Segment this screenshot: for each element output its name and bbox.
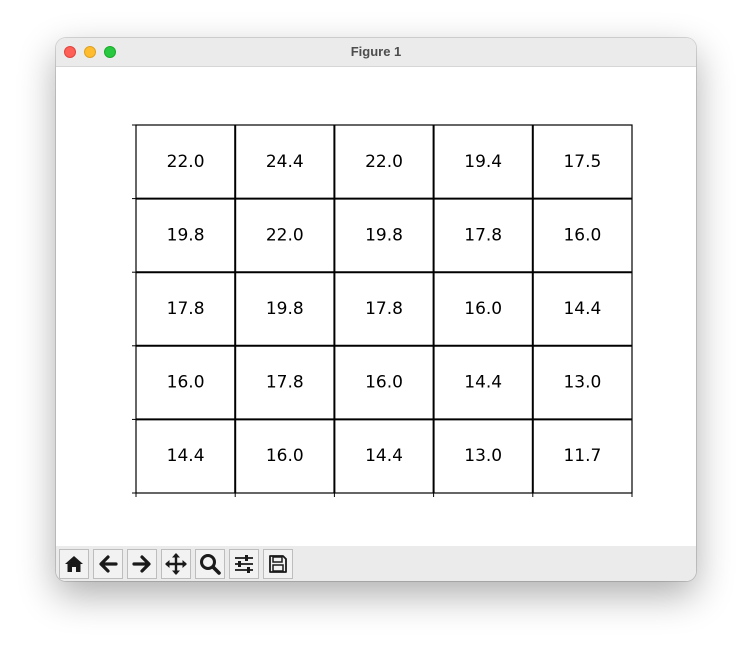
cell-value-label: 14.4 [167, 446, 205, 466]
zoom-button[interactable] [195, 549, 225, 579]
title-bar[interactable]: Figure 1 [56, 38, 696, 67]
cell-value-label: 19.8 [167, 225, 205, 245]
value-grid-plot: 22.0 24.4 22.0 19.4 17.5 19.8 22.0 19.8 17.8 16.0… [132, 124, 633, 497]
pan-button[interactable] [161, 549, 191, 579]
cell-value-label: 16.0 [464, 299, 502, 319]
arrow-left-icon [97, 553, 119, 575]
forward-button[interactable] [127, 549, 157, 579]
cell-value-label: 17.8 [365, 299, 403, 319]
cell-value-label: 17.8 [167, 299, 205, 319]
home-icon [63, 553, 85, 575]
home-button[interactable] [59, 549, 89, 579]
cell-value-label: 14.4 [563, 299, 601, 319]
cell-value-label: 16.0 [365, 373, 403, 393]
cell-value-label: 14.4 [464, 373, 502, 393]
cell-value-label: 24.4 [266, 152, 304, 172]
cell-value-label: 17.5 [563, 152, 601, 172]
figure-canvas[interactable]: 22.0 24.4 22.0 19.4 17.5 19.8 22.0 19.8 17.8 16.0… [56, 67, 696, 546]
figure-window: Figure 1 22.0 24.4 22.0 19.4 17.5 19.8 22.0 19.… [56, 38, 696, 581]
cell-value-label: 16.0 [167, 373, 205, 393]
cell-value-label: 13.0 [464, 446, 502, 466]
cell-value-label: 14.4 [365, 446, 403, 466]
cell-value-label: 11.7 [563, 446, 601, 466]
cell-value-label: 22.0 [365, 152, 403, 172]
cell-value-label: 22.0 [167, 152, 205, 172]
cell-value-label: 13.0 [563, 373, 601, 393]
cell-value-label: 19.8 [266, 299, 304, 319]
back-button[interactable] [93, 549, 123, 579]
save-button[interactable] [263, 549, 293, 579]
window-title: Figure 1 [350, 44, 402, 59]
floppy-disk-icon [267, 553, 289, 575]
arrow-right-icon [131, 553, 153, 575]
configure-subplots-button[interactable] [229, 549, 259, 579]
sliders-icon [232, 552, 256, 576]
cell-value-label: 16.0 [563, 225, 601, 245]
cell-value-label: 17.8 [266, 373, 304, 393]
cell-value-label: 19.8 [365, 225, 403, 245]
move-icon [164, 552, 188, 576]
cell-value-label: 22.0 [266, 225, 304, 245]
magnifier-icon [198, 552, 222, 576]
navigation-toolbar [56, 546, 696, 581]
cell-value-label: 17.8 [464, 225, 502, 245]
cell-value-label: 19.4 [464, 152, 502, 172]
cell-value-label: 16.0 [266, 446, 304, 466]
